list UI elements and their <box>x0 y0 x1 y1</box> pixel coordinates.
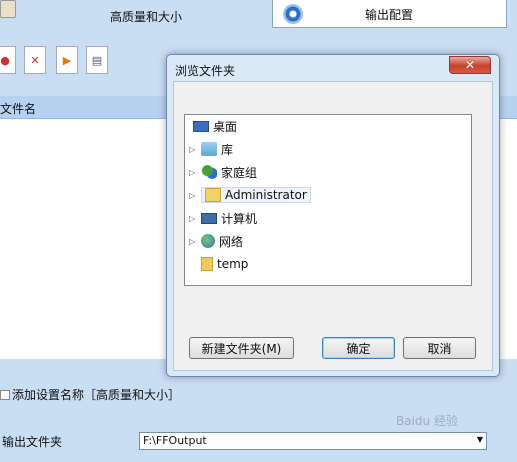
expand-icon[interactable]: ▷ <box>189 237 197 246</box>
tree-item-label: 家庭组 <box>221 165 258 180</box>
output-folder-value: F:\FFOutput <box>143 434 207 447</box>
add-preset-name-label: 添加设置名称［高质量和大小］ <box>12 388 181 402</box>
expand-icon[interactable]: ▷ <box>189 214 197 223</box>
output-config-button[interactable]: 输出配置 <box>272 0 507 28</box>
filename-column-header[interactable]: 文件名 <box>0 100 36 117</box>
tree-item-network[interactable]: ▷ 网络 <box>189 231 243 251</box>
library-icon <box>201 142 217 156</box>
output-folder-select[interactable]: F:\FFOutput ▼ <box>139 432 487 450</box>
tree-item-library[interactable]: ▷ 库 <box>189 139 233 159</box>
tree-item-label: 库 <box>221 142 234 157</box>
tree-item-administrator[interactable]: ▷ Administrator <box>189 185 311 205</box>
expand-icon[interactable]: ▷ <box>189 145 197 154</box>
tree-item-homegroup[interactable]: ▷ 家庭组 <box>189 162 257 182</box>
computer-icon <box>201 212 217 224</box>
tree-item-label: temp <box>217 257 249 271</box>
network-icon <box>201 234 215 248</box>
tree-item-label: 网络 <box>219 234 244 249</box>
expand-icon[interactable]: ▷ <box>189 191 197 200</box>
watermark: Baidu 经验 <box>396 414 458 428</box>
tree-item-label: 计算机 <box>221 211 258 226</box>
tree-item-label: 桌面 <box>213 119 238 134</box>
user-folder-icon <box>205 188 221 202</box>
selected-tree-item[interactable]: Administrator <box>201 187 311 203</box>
new-folder-button[interactable]: 新建文件夹(M) <box>189 337 294 359</box>
play-icon[interactable]: ▶ <box>56 46 78 74</box>
toolbar: ● ✕ ▶ ▤ <box>0 46 170 78</box>
close-icon[interactable]: ✕ <box>449 56 491 74</box>
chevron-down-icon[interactable]: ▼ <box>477 435 483 444</box>
add-preset-name-row[interactable]: 添加设置名称［高质量和大小］ <box>0 386 180 403</box>
folder-icon <box>201 257 213 271</box>
tree-item-label: Administrator <box>225 188 307 202</box>
cancel-button[interactable]: 取消 <box>403 337 476 359</box>
expand-icon[interactable]: ▷ <box>189 168 197 177</box>
config-icon <box>283 4 303 24</box>
folder-tree[interactable]: 桌面 ▷ 库 ▷ 家庭组 ▷ Administrator ▷ 计算机 ▷ 网络 … <box>184 114 472 286</box>
dialog-title: 浏览文件夹 <box>175 64 236 78</box>
browse-folder-dialog: 浏览文件夹 ✕ 桌面 ▷ 库 ▷ 家庭组 ▷ Administrator ▷ 计… <box>166 54 500 377</box>
remove-icon[interactable]: ● <box>0 46 16 74</box>
output-folder-label: 输出文件夹 <box>2 435 63 449</box>
homegroup-icon <box>201 165 217 179</box>
media-info-icon[interactable]: ▤ <box>86 46 108 74</box>
app-logo-icon <box>0 0 16 18</box>
desktop-icon <box>193 120 209 132</box>
output-config-label: 输出配置 <box>365 8 414 22</box>
add-preset-name-checkbox[interactable] <box>0 389 10 400</box>
ok-button[interactable]: 确定 <box>322 337 395 359</box>
clear-icon[interactable]: ✕ <box>24 46 46 74</box>
preset-title: 高质量和大小 <box>110 10 183 24</box>
tree-item-computer[interactable]: ▷ 计算机 <box>189 208 257 228</box>
tree-item-temp[interactable]: temp <box>201 254 248 274</box>
tree-item-desktop[interactable]: 桌面 <box>193 116 237 136</box>
